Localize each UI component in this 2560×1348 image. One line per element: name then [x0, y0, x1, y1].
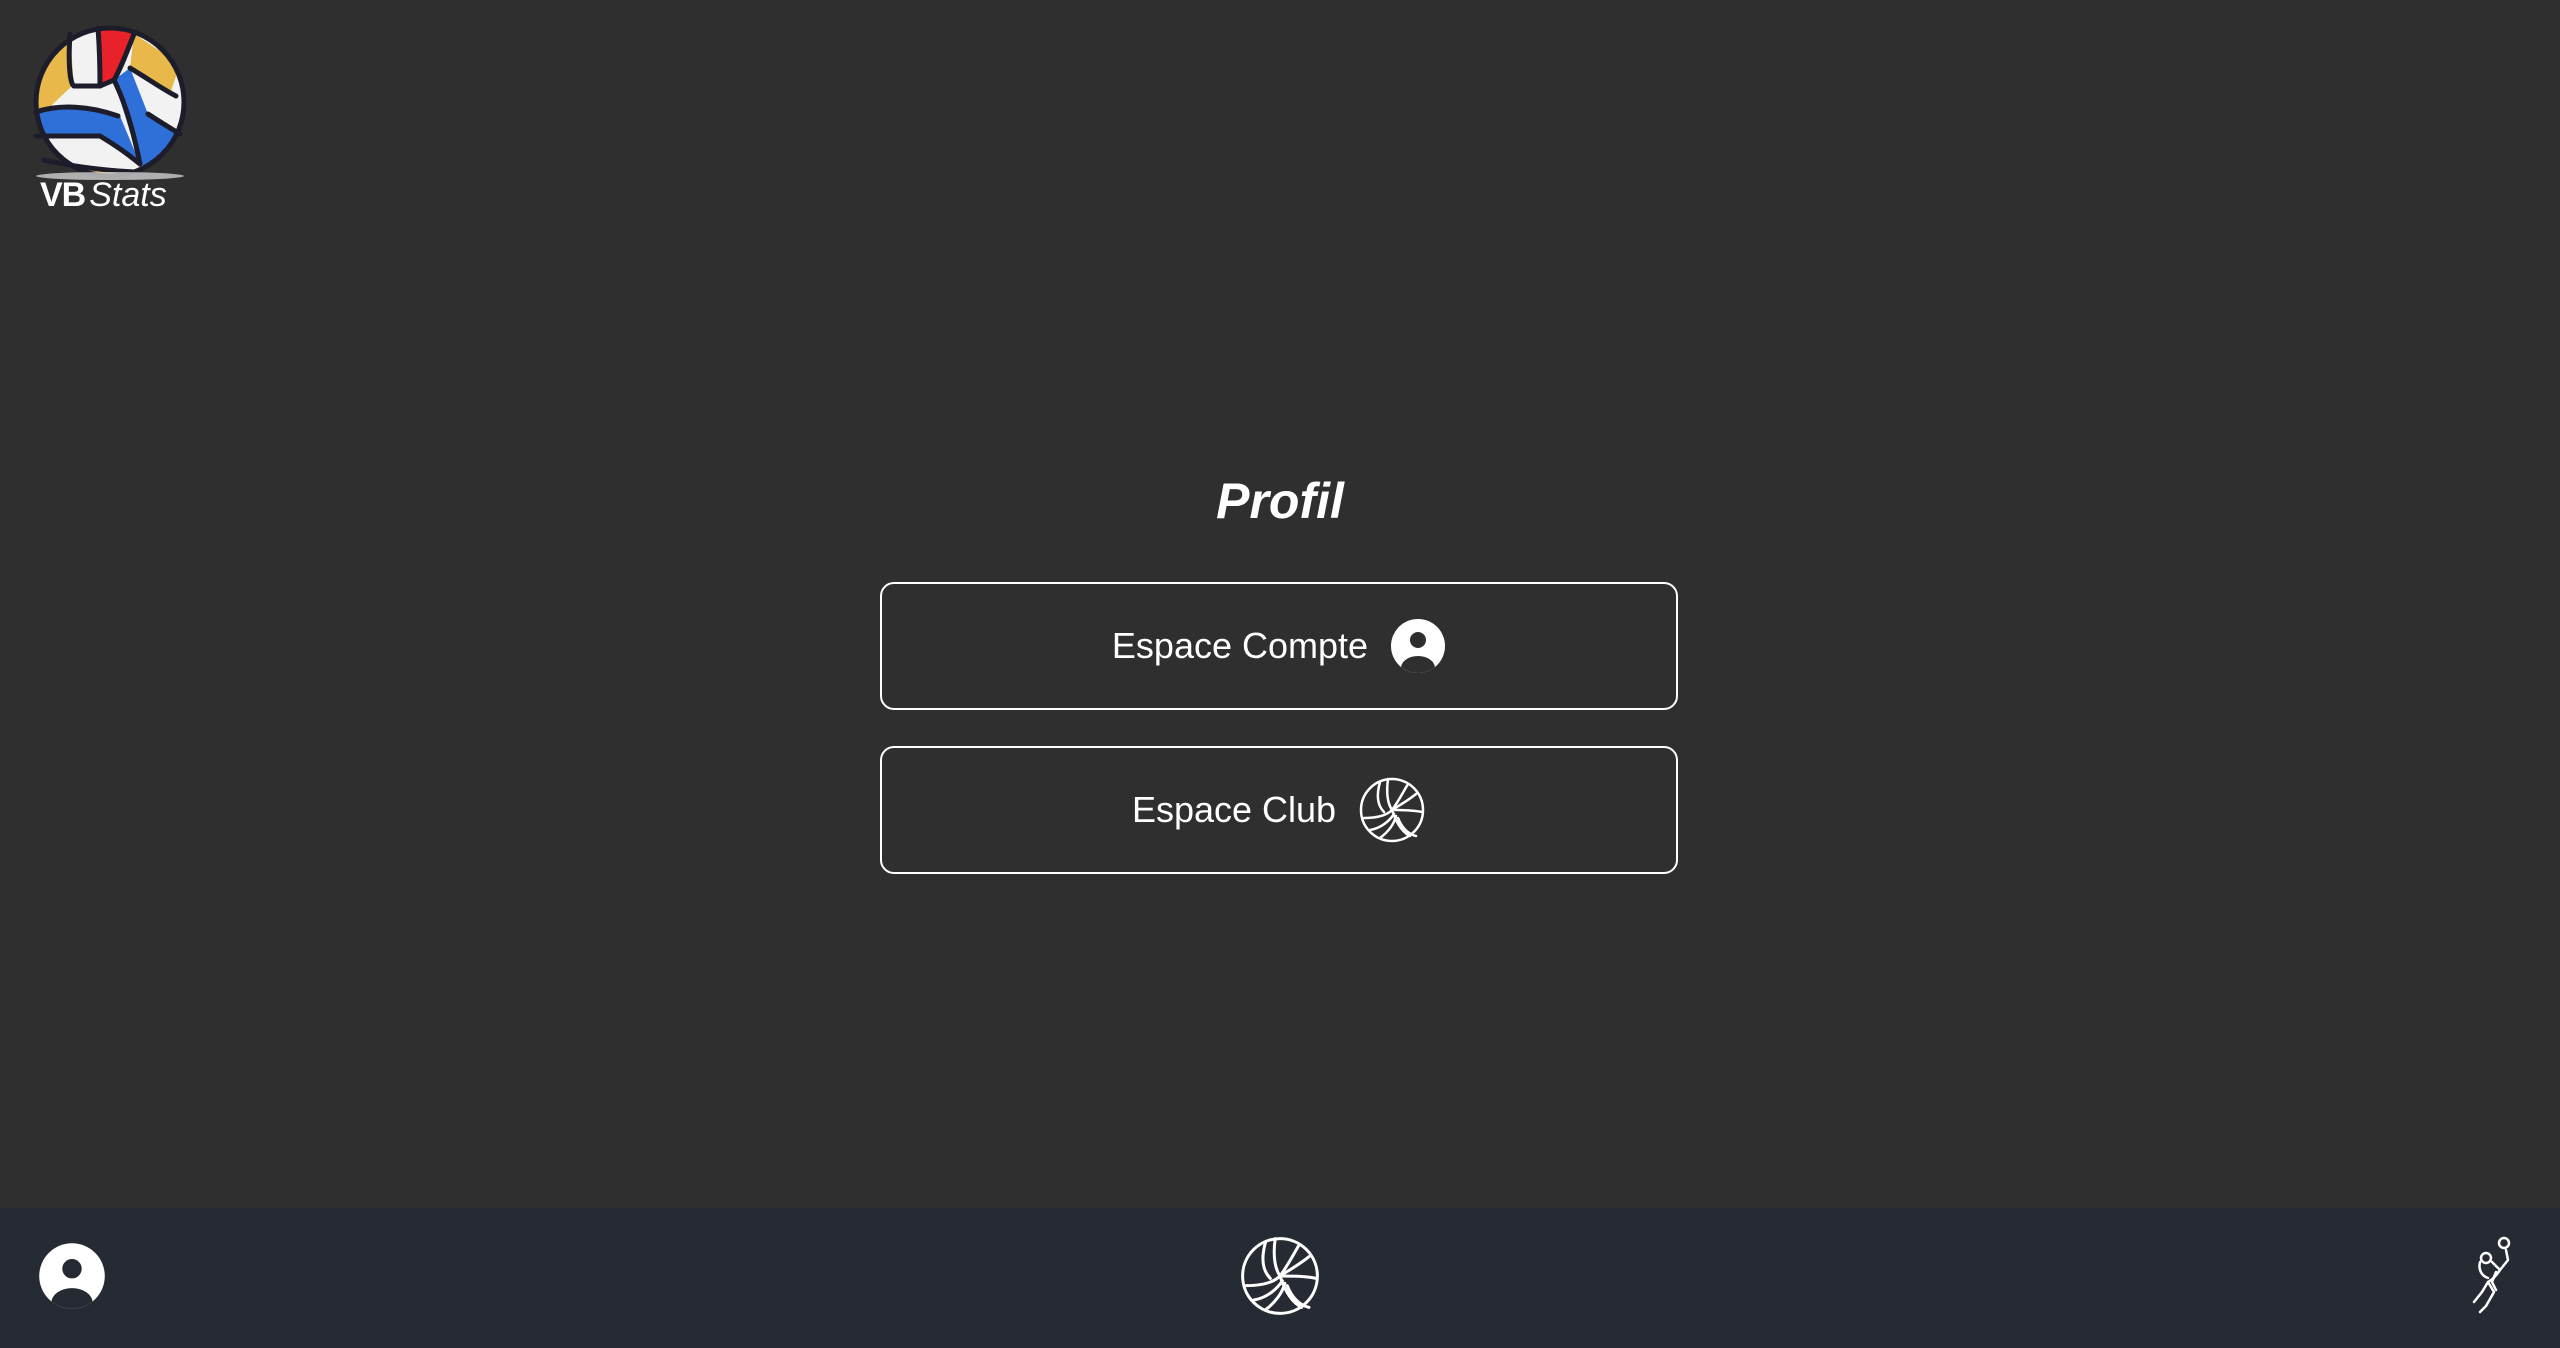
nav-player-button[interactable] — [2456, 1208, 2528, 1348]
nav-home-button[interactable] — [1236, 1208, 1324, 1348]
volleyball-icon — [1239, 1235, 1321, 1322]
volleyball-icon — [1358, 776, 1426, 844]
user-circle-icon — [38, 1242, 106, 1315]
bottom-nav — [0, 1208, 2560, 1348]
espace-club-button[interactable]: Espace Club — [880, 746, 1678, 874]
main-content: Profil Espace Compte Espace Club — [0, 0, 2560, 1208]
page-title: Profil — [1216, 473, 1344, 529]
volleyball-player-icon — [2466, 1236, 2518, 1321]
espace-compte-button[interactable]: Espace Compte — [880, 582, 1678, 710]
espace-club-label: Espace Club — [1131, 789, 1337, 830]
app-root: VB Stats Profil Espace Compte Espace Clu… — [0, 0, 2560, 1348]
nav-profile-button[interactable] — [30, 1208, 114, 1348]
espace-compte-label: Espace Compte — [1111, 625, 1369, 666]
user-circle-icon — [1390, 618, 1446, 674]
